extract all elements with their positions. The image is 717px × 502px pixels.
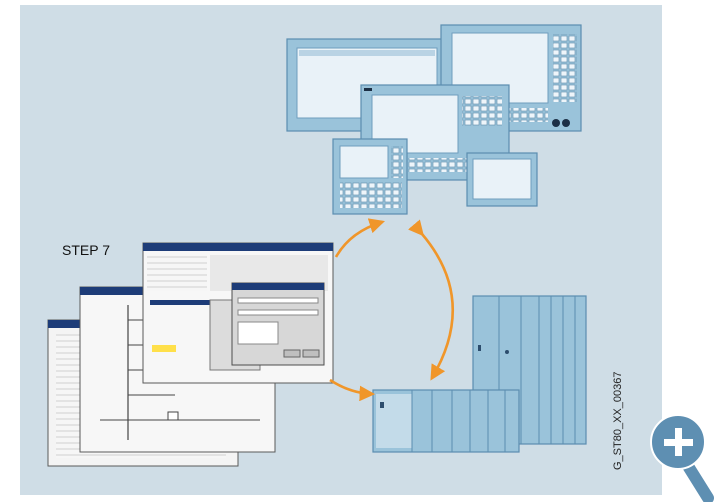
step7-label: STEP 7 (62, 242, 110, 258)
hmi-panels (286, 24, 582, 215)
plc-rack-s7-300 (372, 389, 520, 453)
hmi-panel-touch-small (466, 152, 538, 207)
plc-hardware (372, 295, 587, 453)
arrow-hmi-plc-bidirectional (407, 219, 455, 381)
connection-arrows (329, 218, 455, 402)
arrow-software-to-hmi (334, 218, 385, 258)
hmi-panel-keypad-small (332, 138, 408, 215)
zoom-magnifier-icon[interactable] (650, 408, 717, 502)
figure-id-label: G_ST80_XX_00367 (612, 371, 624, 470)
software-dialog-front (231, 282, 325, 366)
step7-software-screens (47, 242, 334, 467)
arrow-software-to-plc (329, 378, 376, 402)
